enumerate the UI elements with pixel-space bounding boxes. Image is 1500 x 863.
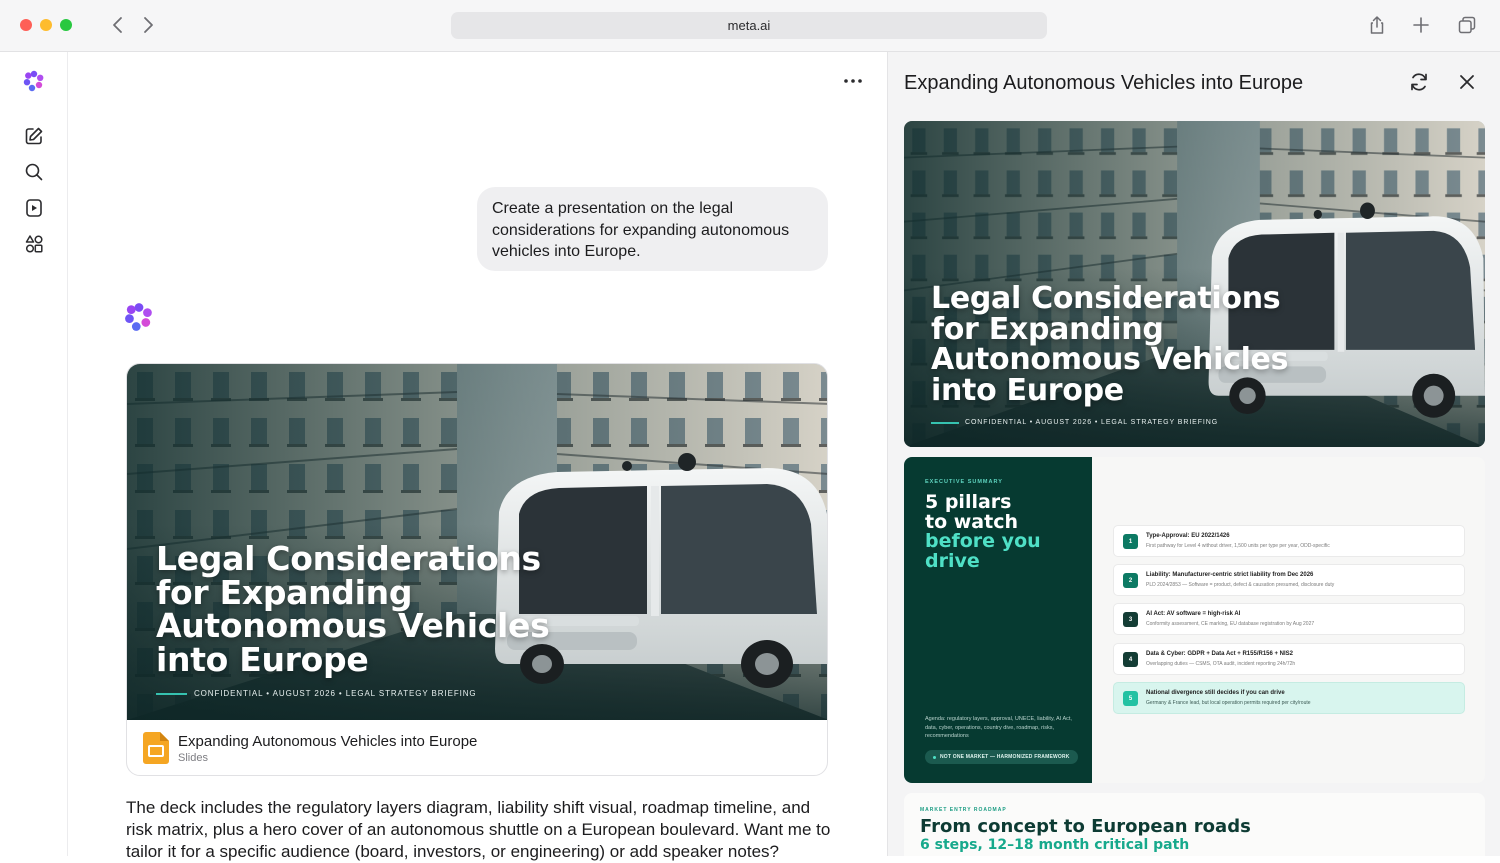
- cover-title-line: Autonomous Vehicles: [156, 606, 550, 645]
- slide-1-meta-rule: [931, 421, 959, 424]
- presentation-card-footer[interactable]: Expanding Autonomous Vehicles into Europ…: [127, 720, 827, 775]
- pillar-title: National divergence still decides if you…: [1146, 690, 1285, 696]
- slide-3-heading: From concept to European roads: [920, 816, 1251, 837]
- pillar-number: 3: [1123, 612, 1138, 627]
- meta-ai-logo-icon[interactable]: [23, 70, 45, 92]
- pillar-description: First pathway for Level 4 without driver…: [1146, 543, 1330, 549]
- slide-2-agenda: Agenda: regulatory layers, approval, UNE…: [925, 716, 1072, 740]
- tab-overview-icon[interactable]: [1457, 15, 1477, 35]
- slide-2-pill-text: NOT ONE MARKET — HARMONIZED FRAMEWORK: [940, 754, 1070, 760]
- share-icon[interactable]: [1367, 15, 1387, 35]
- pillar-item: 2 Liability: Manufacturer-centric strict…: [1113, 564, 1465, 596]
- meta-ai-avatar-icon: [124, 302, 154, 332]
- pillar-number: 2: [1123, 573, 1138, 588]
- left-sidebar: [0, 52, 68, 856]
- slide-2-heading-accent: before you: [925, 530, 1041, 552]
- slide-1-meta: CONFIDENTIAL • AUGUST 2026 • LEGAL STRAT…: [931, 419, 1218, 426]
- cover-meta: CONFIDENTIAL • AUGUST 2026 • LEGAL STRAT…: [156, 689, 477, 698]
- back-icon[interactable]: [107, 14, 129, 36]
- slide-1-title-line: Legal Considerations: [931, 281, 1281, 316]
- cover-title-line: for Expanding: [156, 572, 413, 612]
- pillar-number: 5: [1123, 691, 1138, 706]
- video-icon[interactable]: [23, 197, 45, 219]
- slide-3-roadmap[interactable]: MARKET ENTRY ROADMAP From concept to Eur…: [904, 793, 1485, 856]
- cover-meta-text: CONFIDENTIAL • AUGUST 2026 • LEGAL STRAT…: [194, 689, 477, 698]
- slide-1-meta-text: CONFIDENTIAL • AUGUST 2026 • LEGAL STRAT…: [965, 419, 1219, 426]
- panel-title: Expanding Autonomous Vehicles into Europ…: [904, 72, 1304, 94]
- cover-title: Legal Considerations for Expanding Auton…: [156, 539, 550, 679]
- slide-2-heading-line: 5 pillars: [925, 491, 1012, 513]
- presentation-preview-panel: Expanding Autonomous Vehicles into Europ…: [887, 52, 1500, 856]
- slide-1-title-line: into Europe: [931, 372, 1124, 408]
- pillar-title: Data & Cyber: GDPR + Data Act + R155/R15…: [1146, 651, 1294, 657]
- browser-toolbar: meta.ai: [0, 0, 1500, 52]
- pillar-number: 4: [1123, 652, 1138, 667]
- pillar-title: AI Act: AV software = high-risk AI: [1146, 611, 1241, 617]
- more-options-icon[interactable]: [842, 70, 864, 92]
- new-chat-icon[interactable]: [23, 125, 45, 147]
- presentation-cover-preview[interactable]: Legal Considerations for Expanding Auton…: [127, 364, 827, 720]
- presentation-card[interactable]: Legal Considerations for Expanding Auton…: [126, 363, 828, 776]
- user-message-text: Create a presentation on the legal consi…: [492, 200, 790, 261]
- cover-meta-rule: [156, 692, 187, 695]
- assistant-response-text: The deck includes the regulatory layers …: [126, 798, 831, 861]
- slide-1-title-line: Autonomous Vehicles: [931, 342, 1289, 377]
- pillar-description: Germany & France lead, but local operati…: [1146, 700, 1311, 706]
- url-text: meta.ai: [727, 18, 771, 33]
- slide-3-eyebrow: MARKET ENTRY ROADMAP: [920, 807, 1007, 813]
- slide-1-title: Legal Considerations for Expanding Auton…: [931, 281, 1289, 408]
- search-icon[interactable]: [23, 161, 45, 183]
- pillar-number: 1: [1123, 534, 1138, 549]
- presentation-card-title: Expanding Autonomous Vehicles into Europ…: [178, 733, 478, 750]
- slide-2-eyebrow: EXECUTIVE SUMMARY: [925, 479, 1003, 485]
- minimize-window-button[interactable]: [40, 19, 52, 31]
- pillar-item: 1 Type-Approval: EU 2022/1426 First path…: [1113, 525, 1465, 557]
- slide-1-title-line: for Expanding: [931, 311, 1164, 347]
- cover-title-line: into Europe: [156, 639, 369, 679]
- close-panel-icon[interactable]: [1456, 71, 1478, 93]
- new-tab-icon[interactable]: [1411, 15, 1431, 35]
- pillar-item: 3 AI Act: AV software = high-risk AI Con…: [1113, 603, 1465, 635]
- close-window-button[interactable]: [20, 19, 32, 31]
- pillar-item-highlighted: 5 National divergence still decides if y…: [1113, 682, 1465, 714]
- cover-title-line: Legal Considerations: [156, 539, 541, 578]
- refresh-icon[interactable]: [1408, 71, 1430, 93]
- apps-icon[interactable]: [23, 233, 45, 255]
- slide-2-heading: 5 pillars to watch before you drive: [925, 491, 1041, 572]
- slide-2-heading-accent: drive: [925, 549, 980, 572]
- pillar-title: Liability: Manufacturer-centric strict l…: [1146, 572, 1314, 578]
- user-message-bubble: Create a presentation on the legal consi…: [477, 187, 828, 271]
- slide-2-framework-pill: NOT ONE MARKET — HARMONIZED FRAMEWORK: [925, 750, 1078, 764]
- slide-2-executive-summary[interactable]: EXECUTIVE SUMMARY 5 pillars to watch bef…: [904, 457, 1485, 783]
- forward-icon[interactable]: [137, 14, 159, 36]
- pillar-description: PLD 2024/2853 — Software = product, defe…: [1146, 582, 1335, 588]
- slide-1-cover[interactable]: Legal Considerations for Expanding Auton…: [904, 121, 1485, 447]
- slides-file-icon: [143, 732, 169, 764]
- zoom-window-button[interactable]: [60, 19, 72, 31]
- chat-conversation: Create a presentation on the legal consi…: [68, 52, 886, 861]
- pillar-title: Type-Approval: EU 2022/1426: [1146, 533, 1230, 539]
- pillar-description: Conformity assessment, CE marking, EU da…: [1146, 621, 1315, 627]
- slide-2-sidebar: EXECUTIVE SUMMARY 5 pillars to watch bef…: [904, 457, 1092, 783]
- pillar-item: 4 Data & Cyber: GDPR + Data Act + R155/R…: [1113, 643, 1465, 675]
- address-bar[interactable]: meta.ai: [451, 12, 1047, 39]
- slide-3-subheading: 6 steps, 12–18 month critical path: [920, 837, 1190, 853]
- pillar-description: Overlapping duties — CSMS, OTA audit, in…: [1146, 661, 1296, 667]
- presentation-card-type: Slides: [178, 752, 208, 764]
